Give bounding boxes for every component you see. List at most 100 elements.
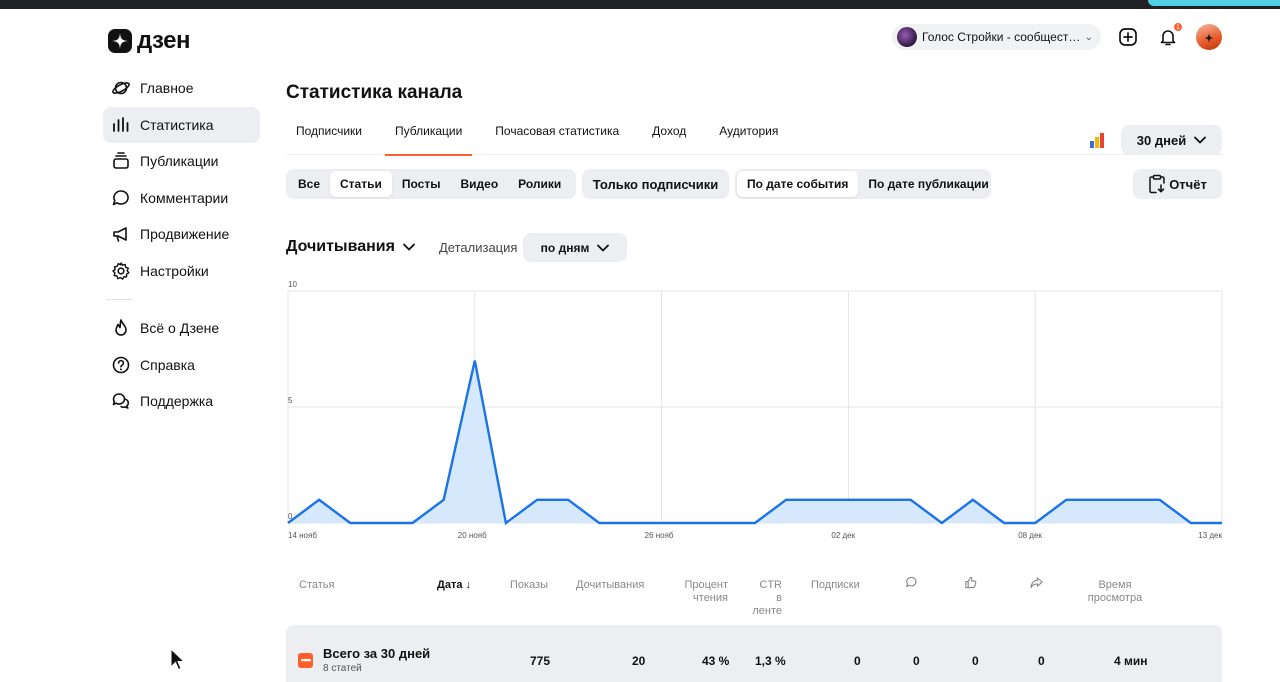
sidebar-item-comments[interactable]: Комментарии [103,180,260,216]
col-likes[interactable] [964,576,977,593]
brand-name: дзен [137,27,190,54]
col-reads[interactable]: Дочитывания [576,579,644,592]
chat-bubbles-icon [112,393,130,409]
like-icon [965,576,977,589]
col-watch-time[interactable]: Время просмотра [1086,579,1144,605]
tab-subscribers[interactable]: Подписчики [286,114,372,155]
flame-icon [115,319,127,336]
chevron-down-icon [597,244,610,251]
sidebar: Главное Статистика Публикации Комментари… [103,70,260,420]
col-subscriptions[interactable]: Подписки [811,579,860,592]
chevron-down-icon [1194,136,1207,144]
col-ctr[interactable]: CTR в ленте [744,579,782,618]
sidebar-item-label: Продвижение [140,226,230,243]
col-article[interactable]: Статья [299,579,334,592]
user-avatar[interactable] [1196,24,1222,50]
sidebar-item-label: Поддержка [140,393,214,410]
reads-chart: 0 5 10 14 нояб 20 нояб 26 нояб 02 дек 08 дек 13 … [283,278,1228,548]
report-label: Отчёт [1169,176,1207,192]
filter-all[interactable]: Все [288,171,330,197]
total-subtitle: 8 статей [323,663,362,674]
period-value: 30 дней [1136,132,1187,148]
gear-icon [112,262,130,280]
question-icon [112,356,130,373]
filter-articles[interactable]: Статьи [330,171,392,197]
date-mode-filter: По дате события По дате публикации [735,169,991,199]
bar-chart-icon [113,116,129,132]
y-tick-label: 5 [288,396,293,405]
col-shares[interactable] [1030,576,1043,593]
sidebar-item-label: Всё о Дзене [140,319,220,336]
channel-switcher[interactable]: Голос Стройки - сообщест… ⌄ [892,24,1101,50]
dzen-logo[interactable]: дзен [108,27,190,55]
sidebar-item-label: Статистика [140,116,214,133]
detail-value: по дням [540,240,590,255]
sidebar-item-label: Справка [140,356,195,373]
subscribers-only-toggle[interactable]: Только подписчики [582,169,729,199]
filter-shorts[interactable]: Ролики [508,171,571,197]
total-likes: 0 [972,654,979,668]
total-shows: 775 [530,654,551,668]
date-mode-event[interactable]: По дате события [737,171,859,197]
y-tick-label: 10 [288,280,297,289]
sidebar-item-help[interactable]: Справка [103,347,260,383]
chevron-down-icon [403,243,415,251]
share-icon [1030,577,1043,589]
stats-tabs: Подписчики Публикации Почасовая статисти… [286,114,1222,156]
comment-icon [112,189,129,206]
filter-videos[interactable]: Видео [450,171,508,197]
channel-name: Голос Стройки - сообщест… [922,30,1080,44]
sidebar-item-settings[interactable]: Настройки [103,253,260,289]
detail-select[interactable]: по дням [523,233,627,262]
chevron-down-icon: ⌄ [1084,31,1093,43]
stack-icon [113,152,129,169]
channel-avatar [897,27,917,47]
report-button[interactable]: Отчёт [1133,169,1222,199]
total-subscriptions: 0 [854,654,861,668]
total-comments: 0 [913,654,920,668]
col-read-percent[interactable]: Процент чтения [684,579,728,605]
col-comments[interactable] [905,576,918,593]
total-ctr: 1,3 % [755,654,786,668]
notifications-button[interactable]: 1 [1157,22,1183,48]
sidebar-item-label: Главное [140,80,194,96]
plus-square-icon [1119,28,1137,46]
tab-audience[interactable]: Аудитория [709,114,788,155]
col-shows[interactable]: Показы [510,579,548,592]
tab-hourly-stats[interactable]: Почасовая статистика [485,114,629,155]
date-mode-publication[interactable]: По дате публикации [858,171,998,197]
metric-name: Дочитывания [286,238,395,255]
total-shares: 0 [1038,654,1045,668]
sidebar-item-label: Комментарии [140,189,229,206]
x-tick-label: 02 дек [831,531,856,540]
y-tick-label: 0 [288,512,293,521]
dzen-star-icon [108,29,132,53]
col-date[interactable]: Дата ↓ [437,579,471,592]
tab-publications[interactable]: Публикации [385,114,473,156]
x-tick-label: 26 нояб [644,531,674,540]
sidebar-item-publications[interactable]: Публикации [103,143,260,179]
x-tick-label: 20 нояб [457,531,487,540]
planet-icon [112,81,130,95]
period-select[interactable]: 30 дней [1121,125,1222,155]
detail-label: Детализация [439,240,518,255]
comment-icon [906,576,917,588]
content-type-filter: Все Статьи Посты Видео Ролики [286,169,576,199]
sidebar-item-label: Настройки [140,262,209,279]
sidebar-item-support[interactable]: Поддержка [103,383,260,419]
sidebar-item-about-dzen[interactable]: Всё о Дзене [103,310,260,346]
add-content-button[interactable] [1117,26,1139,48]
colored-bars-icon[interactable] [1090,132,1104,148]
total-title: Всего за 30 дней [323,646,431,661]
sidebar-item-promotion[interactable]: Продвижение [103,216,260,252]
select-all-checkbox[interactable] [298,653,313,668]
megaphone-icon [113,227,127,243]
x-tick-label: 13 дек [1198,531,1222,540]
filter-posts[interactable]: Посты [392,171,451,197]
sidebar-item-statistics[interactable]: Статистика [103,106,260,143]
tab-income[interactable]: Доход [642,114,696,155]
metric-select[interactable]: Дочитывания [286,238,415,256]
mouse-cursor [170,647,186,677]
sidebar-item-main[interactable]: Главное [103,70,260,106]
table-total-row: Всего за 30 дней 8 статей 775 20 43 % 1,… [286,625,1222,682]
